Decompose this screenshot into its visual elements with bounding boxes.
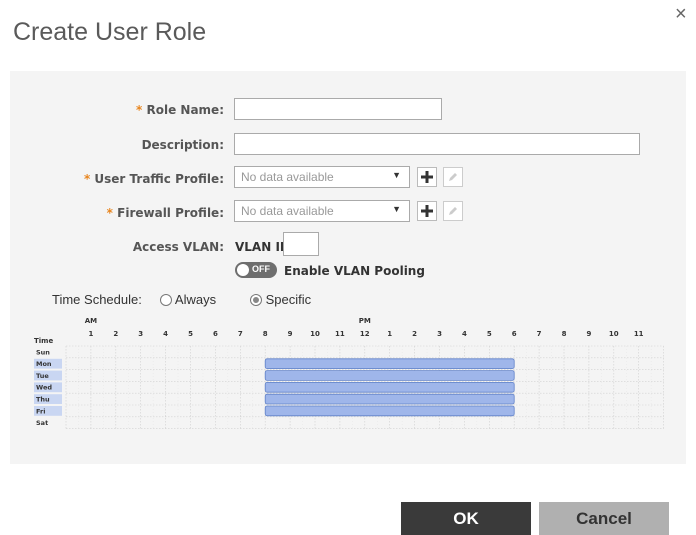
time-schedule-label: Time Schedule:: [52, 292, 142, 307]
pencil-icon: [449, 207, 457, 215]
schedule-block-wed[interactable]: [264, 382, 515, 393]
user-traffic-profile-select[interactable]: No data available ▼: [234, 166, 410, 188]
day-label: Fri: [36, 407, 45, 415]
toggle-knob: [237, 264, 249, 276]
firewall-profile-value: No data available: [241, 204, 334, 218]
day-label: Tue: [36, 372, 49, 380]
schedule-block-tue[interactable]: [264, 370, 515, 381]
hour-label: 10: [609, 330, 619, 338]
vlan-pooling-label: Enable VLAN Pooling: [284, 264, 425, 278]
day-label: Sat: [36, 419, 48, 427]
description-label: Description:: [142, 138, 224, 152]
role-name-input[interactable]: [234, 98, 442, 120]
schedule-block-fri[interactable]: [264, 405, 515, 417]
ok-button[interactable]: OK: [401, 502, 531, 535]
hour-label: 1: [88, 330, 93, 338]
required-marker: *: [136, 103, 143, 117]
role-name-label: * Role Name:: [136, 103, 224, 117]
hour-label: 11: [335, 330, 345, 338]
hour-label: 6: [213, 330, 218, 338]
vlan-id-label: VLAN ID: [235, 240, 290, 254]
vlan-pooling-toggle[interactable]: OFF: [235, 262, 277, 278]
add-firewall-profile-button[interactable]: [417, 201, 437, 221]
hour-label: 10: [310, 330, 320, 338]
day-label: Thu: [36, 396, 50, 404]
pencil-icon: [449, 173, 457, 181]
cancel-button[interactable]: Cancel: [539, 502, 669, 535]
hour-label: 3: [138, 330, 143, 338]
access-vlan-label-text: Access VLAN:: [132, 240, 224, 254]
hour-label: 2: [412, 330, 417, 338]
user-traffic-profile-value: No data available: [241, 170, 334, 184]
add-traffic-profile-button[interactable]: [417, 167, 437, 187]
required-marker: *: [106, 206, 113, 220]
firewall-profile-label-text: Firewall Profile:: [117, 206, 224, 220]
hour-label: 2: [113, 330, 118, 338]
dropdown-arrow-icon: ▼: [392, 204, 401, 214]
user-traffic-profile-label: * User Traffic Profile:: [84, 172, 224, 186]
hour-label: 7: [238, 330, 243, 338]
hour-label: 11: [634, 330, 644, 338]
firewall-profile-select[interactable]: No data available ▼: [234, 200, 410, 222]
required-marker: *: [83, 172, 91, 186]
hour-label: 8: [562, 330, 567, 338]
hour-label: 12: [360, 330, 370, 338]
specific-radio[interactable]: [250, 294, 262, 306]
description-input[interactable]: [234, 133, 640, 155]
dropdown-arrow-icon: ▼: [392, 170, 401, 180]
plus-icon: [421, 171, 433, 183]
hour-label: 1: [387, 330, 392, 338]
hour-label: 8: [263, 330, 268, 338]
am-label: AM: [85, 317, 97, 325]
hour-label: 5: [188, 330, 193, 338]
hour-label: 4: [163, 330, 168, 338]
hour-label: 3: [437, 330, 442, 338]
firewall-profile-label: * Firewall Profile:: [107, 206, 224, 220]
edit-firewall-profile-button[interactable]: [443, 201, 463, 221]
always-radio[interactable]: [160, 294, 172, 306]
specific-radio-option[interactable]: Specific: [250, 292, 311, 307]
access-vlan-label: Access VLAN:: [133, 240, 224, 254]
role-name-label-text: Role Name:: [146, 103, 225, 117]
toggle-state-text: OFF: [252, 264, 270, 274]
day-label: Sun: [36, 348, 50, 356]
dialog-title: Create User Role: [13, 18, 207, 46]
schedule-grid[interactable]: AM PMTime1 2 3 4 5 6 7 8 9 10 11 12 1 2 3 4 5 6 7 8 9 10 11SunM…: [30, 306, 670, 434]
user-traffic-profile-label-text: User Traffic Profile:: [94, 172, 224, 186]
day-label: Wed: [36, 384, 52, 392]
hour-label: 9: [288, 330, 293, 338]
schedule-block-mon[interactable]: [264, 358, 515, 369]
hour-label: 9: [586, 330, 591, 338]
specific-radio-label: Specific: [265, 292, 312, 307]
day-label: Mon: [36, 360, 52, 368]
always-radio-label: Always: [174, 292, 217, 307]
hour-label: 7: [537, 330, 542, 338]
edit-traffic-profile-button[interactable]: [443, 167, 463, 187]
pm-label: PM: [359, 317, 371, 325]
time-header: Time: [34, 337, 53, 345]
hour-label: 4: [462, 330, 467, 338]
close-icon[interactable]: ×: [675, 4, 687, 24]
hour-label: 6: [512, 330, 517, 338]
schedule-block-thu[interactable]: [264, 393, 515, 405]
hour-label: 5: [487, 330, 492, 338]
vlan-id-input[interactable]: [283, 232, 319, 256]
plus-icon: [421, 205, 433, 217]
description-label-text: Description:: [141, 138, 224, 152]
always-radio-option[interactable]: Always: [160, 292, 216, 307]
